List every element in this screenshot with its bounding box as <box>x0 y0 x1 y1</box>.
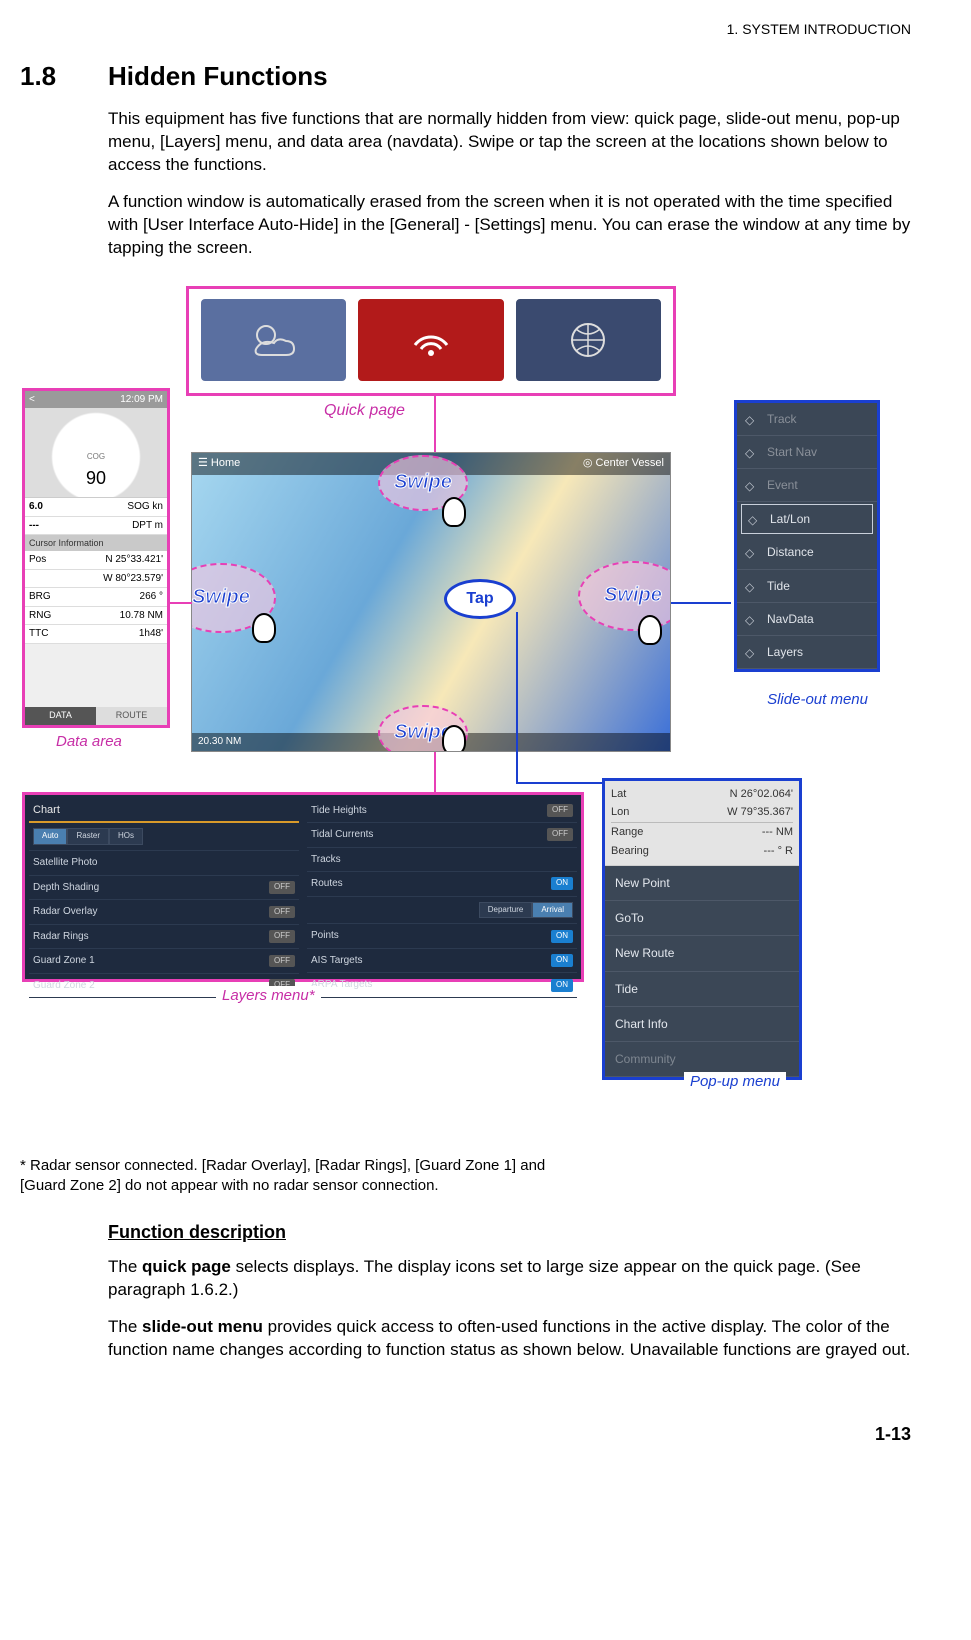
tab-route[interactable]: ROUTE <box>96 707 167 725</box>
popup-item[interactable]: New Route <box>605 936 799 971</box>
layers-row[interactable]: Tide HeightsOFF <box>307 799 577 824</box>
slideout-item-icon: ◇ <box>745 545 759 559</box>
hand-icon <box>442 497 466 527</box>
diagram: Quick page ☰ Home ◎ Center Vessel 20.30 … <box>16 282 886 1152</box>
dpt-row: ---DPT m <box>25 517 167 536</box>
cursor-row: PosN 25°33.421' <box>25 551 167 570</box>
slideout-item[interactable]: ◇Start Nav <box>737 436 877 469</box>
layers-footnote: * Radar sensor connected. [Radar Overlay… <box>20 1156 580 1197</box>
slideout-item-icon: ◇ <box>745 645 759 659</box>
slideout-item-icon: ◇ <box>745 478 759 492</box>
slide-out-label: Slide-out menu <box>761 690 874 710</box>
map-center-label[interactable]: ◎ Center Vessel <box>583 456 664 471</box>
layers-row[interactable]: Radar OverlayOFF <box>29 900 299 925</box>
intro-para-1: This equipment has five functions that a… <box>108 108 911 177</box>
layers-row[interactable]: Tidal CurrentsOFF <box>307 823 577 848</box>
hand-icon <box>442 725 466 752</box>
cursor-row: BRG266 ° <box>25 588 167 607</box>
weather-icon <box>244 315 304 365</box>
popup-menu: LatN 26°02.064'LonW 79°35.367'Range--- N… <box>602 778 802 1081</box>
layers-label: Layers menu* <box>216 986 321 1006</box>
cursor-row: W 80°23.579' <box>25 570 167 589</box>
cog-gauge: COG 90 <box>25 408 167 498</box>
tab-data[interactable]: DATA <box>25 707 96 725</box>
intro-para-2: A function window is automatically erase… <box>108 191 911 260</box>
popup-item[interactable]: New Point <box>605 866 799 901</box>
quick-tile-weather[interactable] <box>199 297 348 383</box>
quick-tile-radar[interactable] <box>356 297 505 383</box>
slideout-item[interactable]: ◇Track <box>737 403 877 436</box>
layers-row[interactable]: Guard Zone 1OFF <box>29 949 299 974</box>
section-title: Hidden Functions <box>108 59 328 94</box>
layers-row[interactable]: Depth ShadingOFF <box>29 876 299 901</box>
swipe-text: Swipe <box>192 584 250 611</box>
chart-screen[interactable]: ☰ Home ◎ Center Vessel 20.30 NM Swipe Sw… <box>191 452 671 752</box>
function-desc-heading: Function description <box>108 1220 911 1244</box>
popup-item[interactable]: Chart Info <box>605 1007 799 1042</box>
data-area-label: Data area <box>50 732 128 752</box>
slideout-item[interactable]: ◇Lat/Lon <box>741 504 873 534</box>
tap-zone[interactable]: Tap <box>444 579 516 619</box>
layers-seg[interactable]: AutoRasterHOs <box>29 823 299 851</box>
popup-label: Pop-up menu <box>684 1072 786 1092</box>
popup-header: LatN 26°02.064'LonW 79°35.367'Range--- N… <box>605 781 799 866</box>
popup-item[interactable]: Tide <box>605 972 799 1007</box>
popup-item[interactable]: GoTo <box>605 901 799 936</box>
slide-out-menu: ◇Track◇Start Nav◇Event◇Lat/Lon◇Distance◇… <box>734 400 880 673</box>
cog-value: 90 <box>25 466 167 490</box>
slideout-item-icon: ◇ <box>748 512 762 526</box>
slideout-item[interactable]: ◇Layers <box>737 636 877 669</box>
hand-icon <box>638 615 662 645</box>
data-area-tabs[interactable]: DATA ROUTE <box>25 707 167 725</box>
hand-icon <box>252 613 276 643</box>
connector <box>516 782 602 784</box>
cursor-row: TTC1h48' <box>25 625 167 644</box>
map-home-label[interactable]: ☰ Home <box>198 456 240 471</box>
quick-page-box <box>186 286 676 396</box>
desc-slideout: The slide-out menu provides quick access… <box>108 1316 911 1362</box>
swipe-text: Swipe <box>394 469 452 496</box>
swipe-text: Swipe <box>604 582 662 609</box>
connector <box>434 752 436 792</box>
page-number: 1-13 <box>20 1422 911 1446</box>
slideout-item-icon: ◇ <box>745 445 759 459</box>
desc-quickpage: The quick page selects displays. The dis… <box>108 1256 911 1302</box>
connector <box>671 602 731 604</box>
layers-row[interactable]: ARPA TargetsON <box>307 973 577 998</box>
data-area-panel: <12:09 PM COG 90 6.0SOG kn ---DPT m Curs… <box>22 388 170 728</box>
slideout-item[interactable]: ◇Distance <box>737 536 877 569</box>
globe-icon <box>558 315 618 365</box>
layers-menu: Chart AutoRasterHOs Satellite PhotoDepth… <box>22 792 584 982</box>
data-area-topbar: <12:09 PM <box>25 391 167 409</box>
slideout-item[interactable]: ◇Tide <box>737 570 877 603</box>
quick-tile-globe[interactable] <box>514 297 663 383</box>
layers-chart-head: Chart <box>29 799 299 824</box>
quick-page-label: Quick page <box>316 400 413 422</box>
layers-row[interactable]: Radar RingsOFF <box>29 925 299 950</box>
cursor-row: RNG10.78 NM <box>25 607 167 626</box>
slideout-item[interactable]: ◇Event <box>737 469 877 502</box>
cog-label: COG <box>25 452 167 463</box>
cursor-info-header: Cursor Information <box>25 535 167 551</box>
layers-row[interactable]: AIS TargetsON <box>307 949 577 974</box>
layers-row[interactable]: RoutesON <box>307 872 577 897</box>
chapter-header: 1. SYSTEM INTRODUCTION <box>20 0 911 47</box>
layers-row[interactable]: PointsON <box>307 924 577 949</box>
connector <box>516 612 518 782</box>
sog-row: 6.0SOG kn <box>25 498 167 517</box>
section-heading: 1.8 Hidden Functions <box>20 59 911 94</box>
slideout-item-icon: ◇ <box>745 412 759 426</box>
section-number: 1.8 <box>20 59 108 94</box>
radar-icon <box>401 315 461 365</box>
layers-row[interactable]: DepartureArrival <box>307 897 577 925</box>
connector <box>434 396 436 452</box>
slideout-item-icon: ◇ <box>745 612 759 626</box>
slideout-item[interactable]: ◇NavData <box>737 603 877 636</box>
layers-row[interactable]: Satellite Photo <box>29 851 299 876</box>
layers-row[interactable]: Tracks <box>307 848 577 873</box>
connector <box>170 602 192 604</box>
slideout-item-icon: ◇ <box>745 579 759 593</box>
